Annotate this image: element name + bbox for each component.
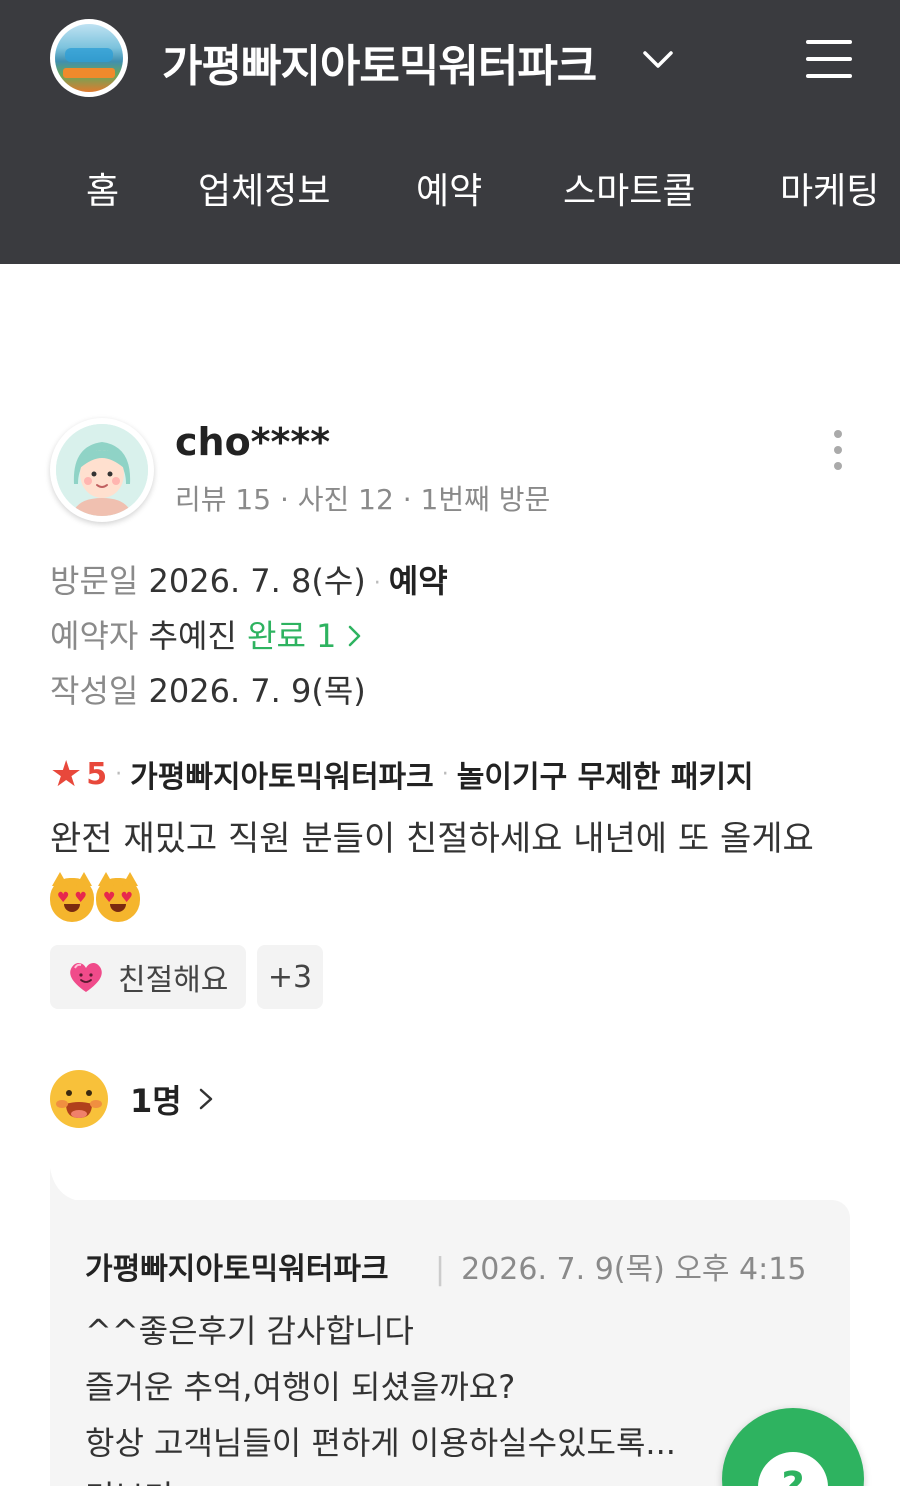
avatar[interactable] <box>50 418 154 522</box>
reply-text-line: ^^좋은후기 감사합니다 <box>85 1312 414 1350</box>
tab-reservation[interactable]: 예약 <box>416 162 482 214</box>
review-body: 완전 재밌고 직원 분들이 친절하세요 내년에 또 올게요 <box>50 819 814 859</box>
tab-smartcall[interactable]: 스마트콜 <box>563 162 695 214</box>
emoji-row: ♥ ♥ ♥ ♥ <box>50 872 140 922</box>
keyword-more-button[interactable]: +3 <box>257 945 323 1009</box>
chevron-right-icon[interactable] <box>196 1085 216 1113</box>
review-product: 놀이기구 무제한 패키지 <box>456 760 754 795</box>
chevron-down-icon[interactable] <box>641 44 675 74</box>
reply-connector <box>50 1140 90 1202</box>
business-logo-image <box>55 24 123 92</box>
reply-date: 2026. 7. 9(목) 오후 4:15 <box>461 1252 807 1287</box>
reply-author: 가평빠지아토믹워터파크 <box>85 1252 389 1287</box>
reaction-row[interactable]: 1명 <box>50 1070 216 1128</box>
reviewer-stats: 리뷰 15 · 사진 12 · 1번째 방문 <box>175 483 551 516</box>
chevron-right-icon[interactable] <box>347 623 363 649</box>
header-top-bar: 가평빠지아토믹워터파크 <box>0 0 900 120</box>
question-icon: ? <box>758 1452 828 1486</box>
heart-eyes-cat-icon: ♥ ♥ <box>96 872 140 922</box>
reviewer-name[interactable]: cho**** <box>175 420 330 464</box>
hamburger-menu-icon[interactable] <box>806 38 852 80</box>
booker-label: 예약자 <box>50 617 139 655</box>
written-date-value: 2026. 7. 9(목) <box>148 672 366 710</box>
booker-status-link[interactable]: 완료 1 <box>247 617 336 655</box>
booker-row: 예약자 추예진 완료 1 <box>50 611 363 657</box>
excited-face-icon <box>50 1070 108 1128</box>
visit-date-row: 방문일 2026. 7. 8(수) · 예약 <box>50 562 448 600</box>
visit-type-badge: 예약 <box>388 562 448 600</box>
smiling-heart-icon <box>70 962 102 992</box>
reaction-count: 1명 <box>130 1082 182 1120</box>
heart-eyes-cat-icon: ♥ ♥ <box>50 872 94 922</box>
rating-row: ★ 5 · 가평빠지아토믹워터파크 · 놀이기구 무제한 패키지 <box>50 753 754 796</box>
business-name[interactable]: 가평빠지아토믹워터파크 <box>162 30 597 94</box>
star-icon: ★ <box>50 753 83 795</box>
keyword-tag-kind[interactable]: 친절해요 <box>50 945 246 1009</box>
visit-date-label: 방문일 <box>50 562 139 600</box>
more-options-icon[interactable] <box>830 428 846 474</box>
reply-date-row: | 2026. 7. 9(목) 오후 4:15 <box>435 1252 807 1287</box>
reply-more-link[interactable]: 더보기 <box>85 1472 173 1486</box>
booker-name: 추예진 <box>148 617 237 655</box>
user-avatar-icon <box>56 424 148 516</box>
business-logo[interactable] <box>50 19 128 97</box>
reply-text-line: 즐거운 추억,여행이 되셨을까요? <box>85 1368 516 1406</box>
tab-home[interactable]: 홈 <box>86 162 119 214</box>
reply-text-line: 항상 고객님들이 편하게 이용하실수있도록... <box>85 1424 676 1462</box>
rating-value: 5 <box>86 756 108 792</box>
main-tabs: 홈 업체정보 예약 스마트콜 마케팅 <box>0 150 900 230</box>
app-header: 가평빠지아토믹워터파크 홈 업체정보 예약 스마트콜 마케팅 <box>0 0 900 264</box>
tab-marketing[interactable]: 마케팅 <box>780 162 879 214</box>
visit-date-value: 2026. 7. 8(수) <box>148 562 366 600</box>
written-date-label: 작성일 <box>50 672 139 710</box>
tab-business-info[interactable]: 업체정보 <box>198 162 330 214</box>
review-place: 가평빠지아토믹워터파크 <box>130 760 434 795</box>
keyword-tag-label: 친절해요 <box>118 963 229 998</box>
written-date-row: 작성일 2026. 7. 9(목) <box>50 666 366 712</box>
